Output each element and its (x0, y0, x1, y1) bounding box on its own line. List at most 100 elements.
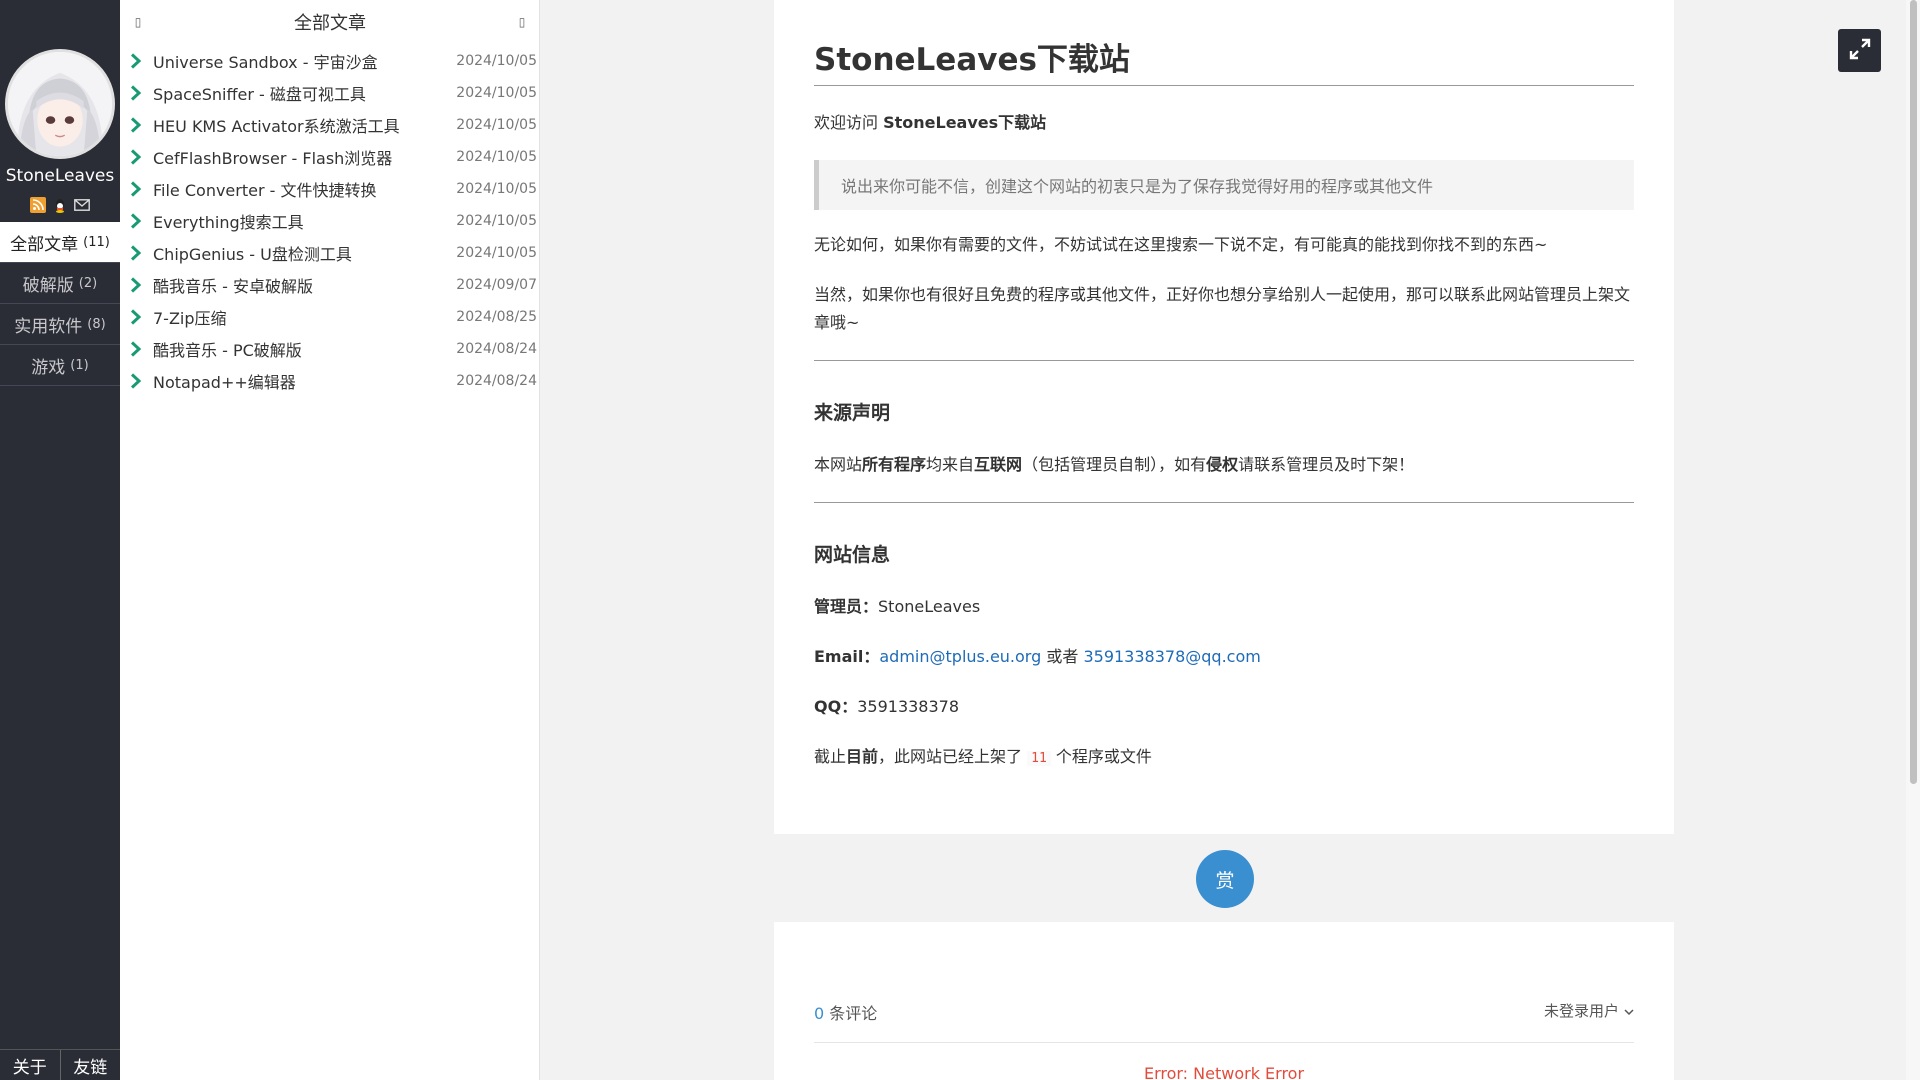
article-date: 2024/10/05 (456, 117, 537, 133)
article-list-item[interactable]: 7-Zip压缩 2024/08/25 (120, 301, 540, 333)
avatar[interactable] (5, 49, 115, 159)
list-header: ▯ 全部文章 ▯ (120, 0, 540, 44)
text: 或者 (1041, 647, 1084, 666)
article-list-item[interactable]: 酷我音乐 - 安卓破解版 2024/09/07 (120, 269, 540, 301)
nav-label: 全部文章 (10, 234, 79, 255)
divider (814, 360, 1634, 361)
post-title: StoneLeaves下载站 (814, 42, 1130, 78)
bold-text: 互联网 (974, 455, 1023, 474)
info-heading: 网站信息 (814, 544, 891, 566)
article-list-item[interactable]: CefFlashBrowser - Flash浏览器 2024/10/05 (120, 141, 540, 173)
article-title: Everything搜索工具 (153, 213, 304, 232)
user-menu[interactable]: 未登录用户 (1544, 1000, 1634, 1021)
divider (814, 85, 1634, 86)
sidebar: StoneLeaves 全部文章 (11) 破解版 (2) 实用软件 (8) 游… (0, 0, 120, 1080)
welcome-line: 欢迎访问 StoneLeaves下载站 (814, 109, 1046, 137)
email-link-1[interactable]: admin@tplus.eu.org (879, 647, 1041, 666)
nav-item-games[interactable]: 游戏 (1) (0, 345, 120, 386)
article-date: 2024/10/05 (456, 149, 537, 165)
bold-text: 侵权 (1206, 455, 1239, 474)
chevron-right-icon (130, 180, 148, 198)
fullscreen-button[interactable] (1838, 29, 1881, 72)
text: ，此网站已经上架了 (878, 747, 1028, 766)
article-date: 2024/10/05 (456, 181, 537, 197)
count-line: 截止目前，此网站已经上架了 11 个程序或文件 (814, 743, 1152, 773)
nav-label: 实用软件 (14, 316, 83, 337)
qq-icon[interactable] (52, 197, 68, 213)
chevron-right-icon (130, 148, 148, 166)
nav-count: (2) (78, 275, 98, 291)
nav-item-utilities[interactable]: 实用软件 (8) (0, 304, 120, 345)
divider (814, 502, 1634, 503)
paragraph-2-line-2: 章哦~ (814, 313, 860, 332)
toggle-sidebar-icon[interactable]: ▯ (130, 14, 146, 30)
program-count: 11 (1027, 751, 1051, 766)
text: 截止 (814, 747, 847, 766)
article-date: 2024/08/24 (456, 373, 537, 389)
admin-value: StoneLeaves (878, 597, 981, 616)
chevron-right-icon (130, 52, 148, 70)
source-heading: 来源声明 (814, 402, 891, 424)
welcome-name: StoneLeaves下载站 (883, 113, 1047, 132)
article-title: CefFlashBrowser - Flash浏览器 (153, 149, 393, 168)
article-list-item[interactable]: 酷我音乐 - PC破解版 2024/08/24 (120, 333, 540, 365)
nav-count: (11) (83, 234, 110, 250)
list-title: 全部文章 (294, 13, 366, 34)
paragraph-1: 无论如何，如果你有需要的文件，不妨试试在这里搜索一下说不定，有可能真的能找到你找… (814, 235, 1548, 254)
scrollbar[interactable] (1906, 0, 1920, 1080)
mail-icon[interactable] (74, 197, 90, 213)
article-list-item[interactable]: Universe Sandbox - 宇宙沙盒 2024/10/05 (120, 45, 540, 77)
chevron-right-icon (130, 212, 148, 230)
email-link-2[interactable]: 3591338378@qq.com (1083, 647, 1260, 666)
scrollbar-thumb[interactable] (1910, 0, 1917, 784)
text: 请联系管理员及时下架！ (1238, 455, 1415, 474)
article-list-item[interactable]: HEU KMS Activator系统激活工具 2024/10/05 (120, 109, 540, 141)
site-name: StoneLeaves (5, 166, 115, 186)
article-list-item[interactable]: ChipGenius - U盘检测工具 2024/10/05 (120, 237, 540, 269)
search-icon[interactable]: ▯ (514, 14, 530, 30)
chevron-right-icon (130, 340, 148, 358)
nav-count: (8) (87, 316, 106, 332)
chevron-right-icon (130, 308, 148, 326)
article-title: Notapad++编辑器 (153, 373, 296, 392)
nav-item-cracked[interactable]: 破解版 (2) (0, 263, 120, 304)
text: 本网站 (814, 455, 863, 474)
nav-count: (1) (70, 357, 89, 373)
email-label: Email： (814, 647, 880, 666)
article-date: 2024/10/05 (456, 53, 537, 69)
article-list-item[interactable]: File Converter - 文件快捷转换 2024/10/05 (120, 173, 540, 205)
chevron-right-icon (130, 244, 148, 262)
about-link[interactable]: 关于 (0, 1050, 61, 1080)
chevron-right-icon (130, 276, 148, 294)
chevron-right-icon (130, 84, 148, 102)
admin-line: 管理员：StoneLeaves (814, 593, 980, 621)
comments-card: 0 条评论 未登录用户 Error: Network Error (774, 922, 1674, 1080)
article-list-item[interactable]: Notapad++编辑器 2024/08/24 (120, 365, 540, 397)
article-title: Universe Sandbox - 宇宙沙盒 (153, 53, 378, 72)
post-card: StoneLeaves下载站 欢迎访问 StoneLeaves下载站 说出来你可… (774, 0, 1674, 834)
friends-link[interactable]: 友链 (61, 1050, 121, 1080)
text: （包括管理员自制），如有 (1022, 455, 1207, 474)
admin-label: 管理员： (814, 597, 879, 616)
article-title: 7-Zip压缩 (153, 309, 227, 328)
welcome-text: 欢迎访问 (814, 113, 884, 132)
article-title: SpaceSniffer - 磁盘可视工具 (153, 85, 366, 104)
reward-button[interactable]: 赏 (1196, 850, 1254, 908)
qq-line: QQ：3591338378 (814, 693, 959, 721)
article-date: 2024/10/05 (456, 85, 537, 101)
nav-item-all[interactable]: 全部文章 (11) (0, 222, 120, 263)
comment-count-number[interactable]: 0 (814, 1004, 824, 1023)
article-date: 2024/08/25 (456, 309, 537, 325)
article-date: 2024/08/24 (456, 341, 537, 357)
text: 均来自 (926, 455, 975, 474)
intro-quote: 说出来你可能不信，创建这个网站的初衷只是为了保存我觉得好用的程序或其他文件 (814, 160, 1634, 210)
source-statement: 本网站所有程序均来自互联网（包括管理员自制），如有侵权请联系管理员及时下架！ (814, 451, 1414, 479)
chevron-down-icon (1624, 1002, 1634, 1020)
article-date: 2024/10/05 (456, 213, 537, 229)
rss-icon[interactable] (30, 197, 46, 213)
email-line: Email：admin@tplus.eu.org 或者 3591338378@q… (814, 643, 1261, 671)
article-list-item[interactable]: Everything搜索工具 2024/10/05 (120, 205, 540, 237)
nav-label: 游戏 (31, 357, 66, 378)
chevron-right-icon (130, 116, 148, 134)
article-list-item[interactable]: SpaceSniffer - 磁盘可视工具 2024/10/05 (120, 77, 540, 109)
